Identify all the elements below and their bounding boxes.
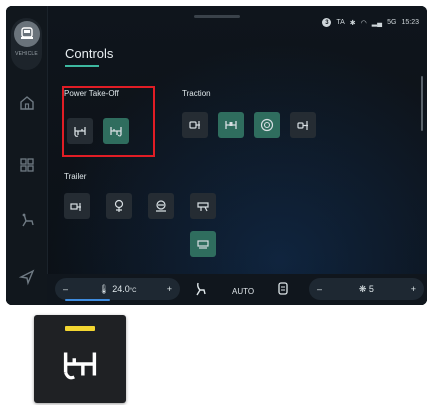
traction-control-button[interactable]: [254, 112, 280, 138]
temperature-readout: 🌡︎ 24.0°C: [98, 284, 136, 295]
fan-decrease-button[interactable]: –: [317, 284, 322, 294]
axle-icon: [297, 121, 308, 130]
thermometer-icon: 🌡︎: [98, 283, 110, 294]
traction-control-icon: [260, 118, 274, 132]
temperature-control: – 🌡︎ 24.0°C +: [55, 278, 180, 301]
wifi-icon: ◠: [360, 19, 367, 27]
pto-icon: [63, 352, 97, 380]
trailer-brake-icon: [156, 200, 166, 212]
scrollbar[interactable]: [421, 76, 423, 131]
title-underline: [65, 65, 99, 67]
highlight-box: [62, 86, 155, 157]
seat-icon[interactable]: [18, 211, 36, 229]
status-bar: 3 TA ✱ ◠ ▂▄ 5G 15:23: [322, 18, 419, 27]
trailer-support-button[interactable]: [190, 231, 216, 257]
traction-diff-lock-button[interactable]: [182, 112, 208, 138]
temperature-unit: °C: [129, 287, 137, 294]
fan-level: 5: [368, 283, 374, 294]
page-title: Controls: [65, 46, 114, 61]
temp-decrease-button[interactable]: –: [63, 284, 68, 294]
navigation-arrow-icon[interactable]: [18, 268, 36, 286]
trailer-lights-icon: [114, 199, 124, 212]
network-type: 5G: [387, 19, 397, 26]
fan-readout: ❋ 5: [359, 284, 374, 295]
vehicle-button[interactable]: VEHICLE: [11, 18, 42, 70]
clock: 15:23: [401, 19, 419, 26]
temp-increase-button[interactable]: +: [167, 284, 172, 294]
home-icon[interactable]: [18, 94, 36, 112]
trailer-section-label: Trailer: [64, 172, 87, 181]
axle-lock-icon: [225, 121, 237, 129]
notification-badge: 3: [322, 18, 332, 27]
climate-auto-button[interactable]: AUTO: [232, 287, 254, 296]
fan-icon: ❋: [358, 283, 367, 294]
drag-handle[interactable]: [194, 15, 240, 18]
traction-axle-lock-button[interactable]: [218, 112, 244, 138]
fan-increase-button[interactable]: +: [411, 284, 416, 294]
trailer-lights-button[interactable]: [106, 193, 132, 219]
trailer-tipper-button[interactable]: [190, 193, 216, 219]
apps-grid-icon[interactable]: [18, 156, 36, 174]
defrost-icon[interactable]: [275, 281, 291, 297]
vehicle-display: VEHICLE 3 TA ✱ ◠ ▂▄ 5G 15:23 Controls Po…: [6, 6, 427, 305]
trailer-brake-button[interactable]: [148, 193, 174, 219]
ta-indicator: TA: [336, 19, 345, 26]
temperature-value: 24.0: [112, 283, 130, 294]
traction-section-label: Traction: [182, 89, 211, 98]
trailer-coupling-button[interactable]: [64, 193, 90, 219]
trailer-coupling-icon: [70, 203, 81, 211]
fan-control: – ❋ 5 +: [309, 278, 424, 300]
signal-icon: ▂▄: [371, 19, 383, 27]
vehicle-label: VEHICLE: [15, 51, 38, 57]
enlarged-pto-button: [34, 315, 126, 403]
diff-lock-icon: [189, 121, 200, 129]
nav-rail: VEHICLE: [6, 6, 48, 305]
active-indicator: [65, 326, 95, 331]
truck-icon: [13, 21, 40, 47]
bluetooth-icon: ✱: [349, 19, 356, 27]
seat-heating-icon[interactable]: [192, 281, 208, 297]
climate-bar: – 🌡︎ 24.0°C + AUTO – ❋ 5 +: [47, 274, 427, 305]
trailer-tipper-icon: [197, 202, 209, 212]
traction-assist-button[interactable]: [290, 112, 316, 138]
temperature-level-bar: [65, 299, 110, 301]
trailer-support-icon: [197, 240, 209, 249]
